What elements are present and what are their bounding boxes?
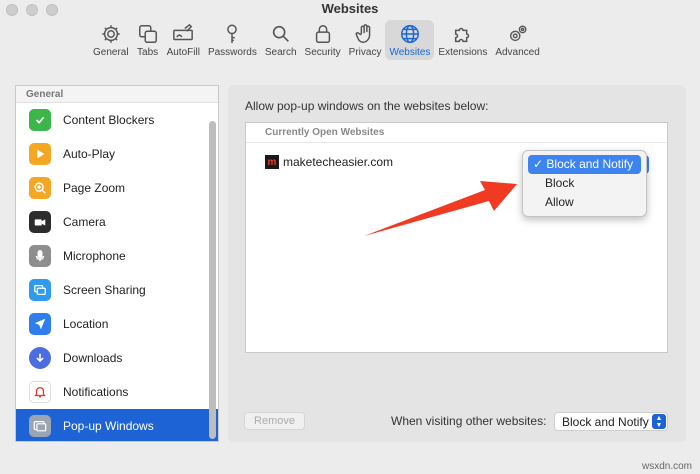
menu-item-allow[interactable]: Allow [528,193,641,212]
tabs-icon [138,25,157,43]
location-icon [29,313,51,335]
sidebar-item-popup-windows[interactable]: Pop-up Windows [16,409,218,441]
checkmark-icon: ✓ [533,157,544,171]
tab-privacy[interactable]: Privacy [345,20,386,60]
list-header: Currently Open Websites [246,123,667,143]
sidebar-item-page-zoom[interactable]: Page Zoom [16,171,218,205]
section-description: Allow pop-up windows on the websites bel… [245,99,489,113]
menu-item-label: Allow [545,195,574,209]
site-domain: maketecheasier.com [283,155,394,169]
sidebar-item-label: Page Zoom [63,181,126,195]
sidebar-item-label: Microphone [63,249,126,263]
tab-label: AutoFill [166,47,200,58]
list-item[interactable]: m maketecheasier.com [265,155,393,169]
tab-tabs[interactable]: Tabs [133,20,163,60]
sidebar-item-label: Pop-up Windows [63,419,154,433]
remove-button[interactable]: Remove [244,412,305,430]
menu-item-block[interactable]: Block [528,174,641,193]
search-icon [272,25,289,42]
tab-security[interactable]: Security [301,20,345,60]
zoom-icon [29,177,51,199]
sidebar-item-label: Notifications [63,385,129,399]
sidebar: General Content Blockers Auto-Play Page … [15,85,219,442]
tab-label: Advanced [495,47,540,58]
sidebar-header: General [16,86,218,103]
tab-autofill[interactable]: AutoFill [163,20,204,60]
download-icon [29,347,51,369]
menu-item-block-and-notify[interactable]: ✓ Block and Notify [528,155,641,174]
window-title: Websites [321,1,379,16]
sidebar-item-content-blockers[interactable]: Content Blockers [16,103,218,137]
sidebar-item-auto-play[interactable]: Auto-Play [16,137,218,171]
screen-sharing-icon [29,279,51,301]
camera-icon [29,211,51,233]
sidebar-item-notifications[interactable]: Notifications [16,375,218,409]
site-favicon-icon: m [265,155,279,169]
sidebar-item-microphone[interactable]: Microphone [16,239,218,273]
tab-general[interactable]: General [89,20,133,60]
sidebar-item-downloads[interactable]: Downloads [16,341,218,375]
key-icon [227,24,238,44]
sidebar-item-camera[interactable]: Camera [16,205,218,239]
tab-extensions[interactable]: Extensions [434,20,491,60]
other-websites-select[interactable]: Block and Notify ▲ ▼ [554,412,668,431]
tab-label: Passwords [207,47,257,58]
sidebar-item-label: Downloads [63,351,123,365]
gear-icon [102,25,120,43]
tab-search[interactable]: Search [261,20,301,60]
tab-websites[interactable]: Websites [385,20,435,60]
tab-label: General [93,47,129,58]
tab-label: Tabs [137,47,159,58]
main-panel: Allow pop-up windows on the websites bel… [228,85,686,442]
other-websites-label: When visiting other websites: [391,414,547,428]
tab-passwords[interactable]: Passwords [204,20,261,60]
sidebar-item-label: Auto-Play [63,147,116,161]
tab-label: Privacy [348,47,382,58]
site-setting-menu: ✓ Block and Notify Block Allow [522,150,647,217]
tab-label: Search [264,47,297,58]
sidebar-item-label: Screen Sharing [63,283,146,297]
sidebar-item-label: Location [63,317,109,331]
puzzle-icon [454,27,470,43]
play-icon [29,143,51,165]
tab-label: Security [304,47,341,58]
sidebar-item-location[interactable]: Location [16,307,218,341]
sidebar-scrollbar[interactable] [209,121,216,439]
globe-icon [400,25,419,43]
sidebar-item-label: Content Blockers [63,113,155,127]
tab-label: Websites [389,47,431,58]
lock-icon [315,25,330,43]
shield-check-icon [29,109,51,131]
sidebar-item-screen-sharing[interactable]: Screen Sharing [16,273,218,307]
gears-icon [509,25,527,42]
tab-label: Extensions [438,47,488,58]
bell-icon [29,381,51,403]
tab-advanced[interactable]: Advanced [491,20,543,60]
sidebar-item-label: Camera [63,215,106,229]
select-value: Block and Notify [562,415,649,429]
popup-window-icon [29,415,51,437]
autofill-icon [173,23,194,41]
menu-item-label: Block [545,176,575,190]
chevron-updown-icon: ▲ ▼ [652,414,666,429]
toolbar: Websites General Tabs AutoFill Passwords… [0,0,700,66]
watermark: wsxdn.com [641,461,692,472]
microphone-icon [29,245,51,267]
preferences-tabbar: General Tabs AutoFill Passwords Search S… [89,20,544,60]
hand-icon [355,24,371,43]
menu-item-label: Block and Notify [546,157,634,171]
